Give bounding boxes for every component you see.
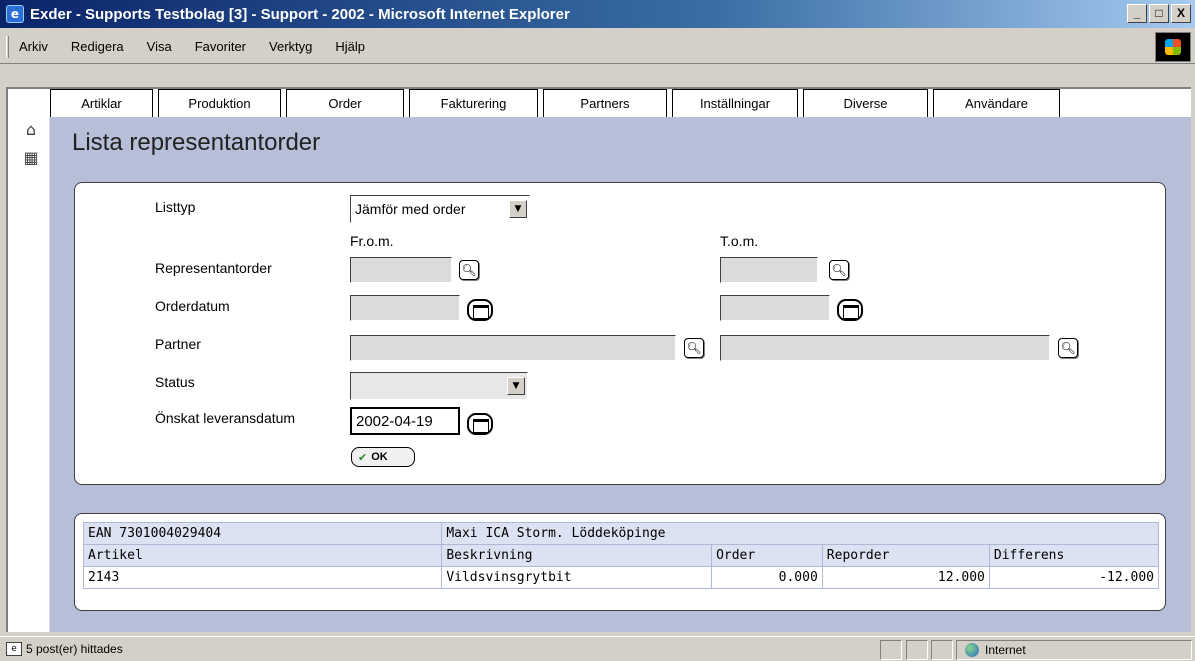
tab-partners[interactable]: Partners bbox=[543, 89, 667, 117]
cell-beskrivning: Vildsvinsgrytbit bbox=[441, 566, 713, 589]
chevron-down-icon[interactable]: ▼ bbox=[507, 377, 525, 395]
group-partner-name: Maxi ICA Storm. Löddeköpinge bbox=[441, 522, 1159, 545]
menu-favoriter[interactable]: Favoriter bbox=[192, 37, 249, 56]
toolbar-grip[interactable] bbox=[6, 36, 9, 58]
tab-produktion[interactable]: Produktion bbox=[158, 89, 281, 117]
ok-label: OK bbox=[371, 451, 388, 463]
checkmark-icon: ✔ bbox=[358, 450, 368, 464]
ok-button[interactable]: ✔ OK bbox=[351, 447, 415, 467]
menu-bar: Arkiv Redigera Visa Favoriter Verktyg Hj… bbox=[0, 30, 1195, 64]
menu-visa[interactable]: Visa bbox=[144, 37, 175, 56]
tab-order[interactable]: Order bbox=[286, 89, 404, 117]
col-differens: Differens bbox=[988, 544, 1160, 567]
tab-artiklar[interactable]: Artiklar bbox=[50, 89, 153, 117]
column-header-row: Artikel Beskrivning Order Reporder Diffe… bbox=[82, 544, 1160, 567]
table-row[interactable]: 2143 Vildsvinsgrytbit 0.000 12.000 -12.0… bbox=[82, 566, 1160, 589]
cell-differens: -12.000 bbox=[988, 566, 1160, 589]
security-zone[interactable]: Internet bbox=[956, 640, 1192, 660]
representantorder-to-input[interactable] bbox=[720, 257, 818, 283]
search-icon[interactable]: 🔍︎ bbox=[829, 260, 849, 280]
main-tabs: Artiklar Produktion Order Fakturering Pa… bbox=[50, 89, 1065, 117]
calendar-icon[interactable] bbox=[467, 413, 493, 435]
menu-hjalp[interactable]: Hjälp bbox=[332, 37, 368, 56]
ie-icon: e bbox=[6, 5, 24, 23]
listtyp-label: Listtyp bbox=[155, 199, 196, 215]
search-icon[interactable]: 🔍︎ bbox=[459, 260, 479, 280]
status-bar: e 5 post(er) hittades Internet bbox=[0, 636, 1195, 661]
group-ean: EAN 7301004029404 bbox=[82, 522, 443, 545]
results-panel: EAN 7301004029404 Maxi ICA Storm. Löddek… bbox=[74, 513, 1166, 611]
leveransdatum-input[interactable]: 2002-04-19 bbox=[350, 407, 460, 435]
leveransdatum-value: 2002-04-19 bbox=[356, 412, 433, 430]
orderdatum-to-input[interactable] bbox=[720, 295, 830, 321]
tab-installningar[interactable]: Inställningar bbox=[672, 89, 798, 117]
tab-anvandare[interactable]: Användare bbox=[933, 89, 1060, 117]
partner-to-input[interactable] bbox=[720, 335, 1050, 361]
status-select[interactable]: ▼ bbox=[350, 372, 528, 400]
minimize-button[interactable]: _ bbox=[1127, 4, 1147, 23]
page-title: Lista representantorder bbox=[72, 129, 321, 156]
zone-label: Internet bbox=[985, 643, 1026, 657]
search-icon[interactable]: 🔍︎ bbox=[1058, 338, 1078, 358]
cell-reporder: 12.000 bbox=[821, 566, 990, 589]
filter-panel: Listtyp Jämför med order ▼ Fr.o.m. T.o.m… bbox=[74, 182, 1166, 485]
col-order: Order bbox=[711, 544, 823, 567]
page-icon: e bbox=[6, 642, 22, 656]
globe-icon bbox=[965, 643, 979, 657]
home-icon[interactable]: ⌂ bbox=[22, 121, 40, 139]
partner-from-input[interactable] bbox=[350, 335, 676, 361]
results-table: EAN 7301004029404 Maxi ICA Storm. Löddek… bbox=[82, 522, 1160, 589]
listtyp-value: Jämför med order bbox=[355, 201, 466, 217]
left-icon-bar: ⌂ ▦ bbox=[8, 117, 50, 632]
representantorder-from-input[interactable] bbox=[350, 257, 452, 283]
browser-viewport: Artiklar Produktion Order Fakturering Pa… bbox=[6, 87, 1191, 632]
from-label: Fr.o.m. bbox=[350, 233, 394, 249]
window-title: Exder - Supports Testbolag [3] - Support… bbox=[30, 5, 570, 23]
window-title-bar[interactable]: e Exder - Supports Testbolag [3] - Suppo… bbox=[0, 0, 1195, 28]
menu-redigera[interactable]: Redigera bbox=[68, 37, 127, 56]
to-label: T.o.m. bbox=[720, 233, 759, 249]
status-pane bbox=[880, 640, 902, 660]
close-button[interactable]: X bbox=[1171, 4, 1191, 23]
representantorder-label: Representantorder bbox=[155, 260, 272, 276]
cell-artikel: 2143 bbox=[82, 566, 443, 589]
tab-diverse[interactable]: Diverse bbox=[803, 89, 928, 117]
partner-label: Partner bbox=[155, 336, 201, 352]
cell-order: 0.000 bbox=[711, 566, 823, 589]
tab-fakturering[interactable]: Fakturering bbox=[409, 89, 538, 117]
menu-verktyg[interactable]: Verktyg bbox=[266, 37, 315, 56]
col-beskrivning: Beskrivning bbox=[441, 544, 713, 567]
chevron-down-icon[interactable]: ▼ bbox=[509, 200, 527, 218]
leveransdatum-label: Önskat leveransdatum bbox=[155, 410, 296, 426]
col-artikel: Artikel bbox=[82, 544, 443, 567]
windows-logo-icon bbox=[1155, 32, 1191, 62]
status-pane bbox=[906, 640, 928, 660]
search-icon[interactable]: 🔍︎ bbox=[684, 338, 704, 358]
calendar-icon[interactable] bbox=[837, 299, 863, 321]
col-reporder: Reporder bbox=[821, 544, 990, 567]
status-label: Status bbox=[155, 374, 195, 390]
status-pane bbox=[931, 640, 953, 660]
calendar-icon[interactable] bbox=[467, 299, 493, 321]
orderdatum-from-input[interactable] bbox=[350, 295, 460, 321]
grid-icon[interactable]: ▦ bbox=[22, 149, 40, 167]
status-message: 5 post(er) hittades bbox=[26, 642, 123, 656]
maximize-button[interactable]: □ bbox=[1149, 4, 1169, 23]
group-header-row: EAN 7301004029404 Maxi ICA Storm. Löddek… bbox=[82, 522, 1159, 545]
orderdatum-label: Orderdatum bbox=[155, 298, 230, 314]
listtyp-select[interactable]: Jämför med order ▼ bbox=[350, 195, 530, 223]
menu-arkiv[interactable]: Arkiv bbox=[16, 37, 51, 56]
